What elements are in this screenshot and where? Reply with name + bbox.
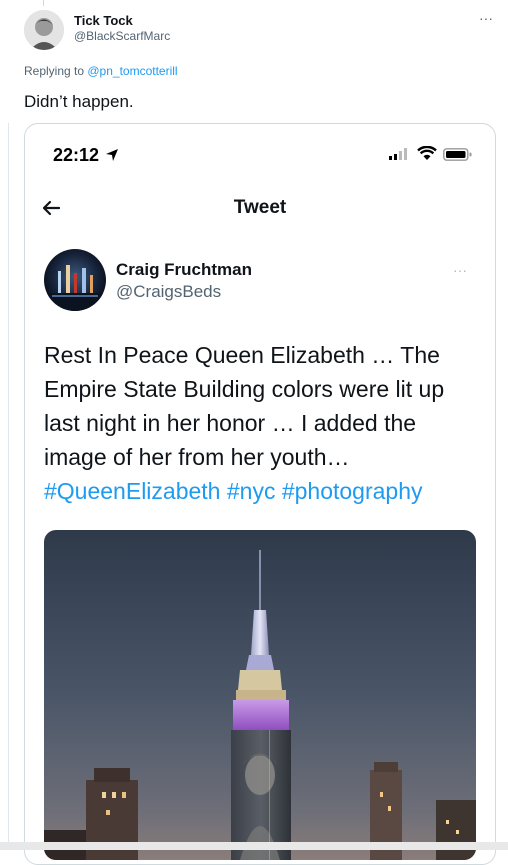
embedded-screenshot[interactable]: 22:12 Tweet Craig Fruchtman @CraigsBeds … (24, 123, 496, 865)
embedded-tweet-text: Rest In Peace Queen Elizabeth … The Empi… (44, 338, 484, 508)
signal-icon (389, 148, 407, 160)
embedded-tweet-body: Rest In Peace Queen Elizabeth … The Empi… (44, 342, 445, 470)
wifi-icon (417, 146, 437, 160)
page-title: Tweet (233, 197, 287, 218)
thread-connector-line (43, 0, 44, 6)
divider (8, 123, 9, 850)
author-name[interactable]: Tick Tock (74, 13, 133, 28)
hashtag-links[interactable]: #QueenElizabeth #nyc #photography (44, 478, 423, 504)
avatar[interactable] (44, 249, 106, 311)
avatar[interactable] (24, 10, 64, 50)
battery-icon (443, 148, 472, 161)
location-arrow-icon (106, 149, 118, 161)
scrollbar-track (0, 842, 508, 850)
replying-prefix: Replying to (24, 64, 88, 78)
embedded-author-handle[interactable]: @CraigsBeds (116, 282, 221, 302)
tweet-photo[interactable] (44, 530, 476, 860)
status-time: 22:12 (53, 145, 100, 165)
more-options-icon[interactable]: ··· (453, 262, 467, 278)
replying-to: Replying to @pn_tomcotterill (24, 64, 178, 78)
more-options-icon[interactable]: ··· (479, 10, 493, 26)
reply-text: Didn’t happen. (24, 92, 134, 111)
author-handle[interactable]: @BlackScarfMarc (74, 29, 170, 43)
embedded-author-name[interactable]: Craig Fruchtman (116, 260, 252, 280)
replying-to-link[interactable]: @pn_tomcotterill (87, 64, 177, 78)
